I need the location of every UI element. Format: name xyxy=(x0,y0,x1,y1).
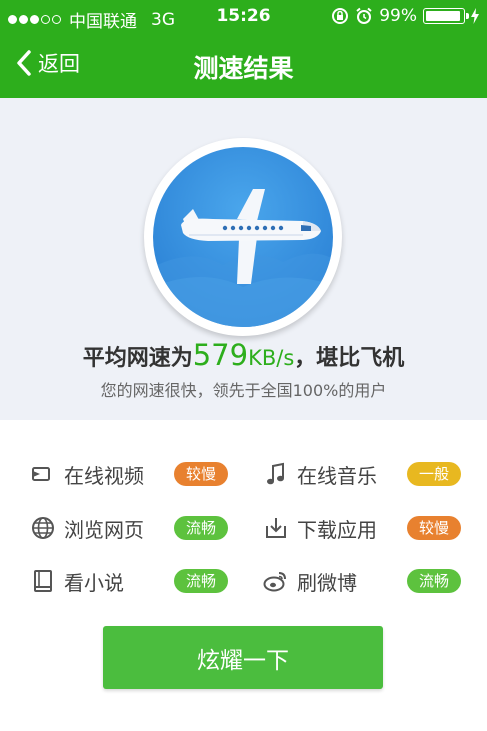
result-headline: 平均网速为579KB/s，堪比飞机 xyxy=(0,338,487,372)
charging-bolt-icon xyxy=(471,8,479,24)
status-badge: 一般 xyxy=(407,462,461,486)
video-icon xyxy=(30,461,56,487)
music-note-icon xyxy=(263,461,289,487)
app-row-web: 浏览网页 流畅 xyxy=(30,513,228,543)
status-right: 99% xyxy=(331,6,479,26)
app-label: 看小说 xyxy=(64,570,124,595)
app-row-download: 下载应用 较慢 xyxy=(263,513,461,543)
nav-bar: 返回 测速结果 xyxy=(0,34,487,98)
download-icon xyxy=(263,515,289,541)
status-badge: 流畅 xyxy=(407,569,461,593)
headline-prefix: 平均网速为 xyxy=(82,346,193,371)
app-row-novel: 看小说 流畅 xyxy=(30,566,228,596)
status-badge: 较慢 xyxy=(174,462,228,486)
app-row-music: 在线音乐 一般 xyxy=(263,459,461,489)
book-icon xyxy=(30,568,56,594)
app-label: 在线音乐 xyxy=(297,463,377,488)
share-button[interactable]: 炫耀一下 xyxy=(103,626,383,689)
app-label: 刷微博 xyxy=(297,570,357,595)
app-label: 下载应用 xyxy=(297,517,377,542)
alarm-icon xyxy=(356,7,372,24)
weibo-icon xyxy=(263,568,289,594)
result-subline: 您的网速很快，领先于全国100%的用户 xyxy=(100,381,387,400)
app-label: 浏览网页 xyxy=(64,517,144,542)
result-hero: 平均网速为579KB/s，堪比飞机 您的网速很快，领先于全国100%的用户 xyxy=(0,98,487,420)
airplane-icon xyxy=(153,189,333,327)
app-row-video: 在线视频 较慢 xyxy=(30,459,228,489)
app-label: 在线视频 xyxy=(64,463,144,488)
battery-percent: 99% xyxy=(379,6,417,26)
status-badge: 较慢 xyxy=(407,516,461,540)
globe-icon xyxy=(30,515,56,541)
headline-suffix: ，堪比飞机 xyxy=(294,346,405,371)
speed-unit: KB/s xyxy=(248,346,295,370)
battery-icon xyxy=(423,8,469,24)
status-badge: 流畅 xyxy=(174,569,228,593)
rotation-lock-icon xyxy=(332,8,349,24)
speed-badge xyxy=(144,138,342,336)
page-title: 测速结果 xyxy=(193,54,294,83)
app-row-weibo: 刷微博 流畅 xyxy=(263,566,461,596)
status-badge: 流畅 xyxy=(174,516,228,540)
speed-value: 579 xyxy=(192,338,249,372)
status-bar: 中国联通 3G 15:26 99% xyxy=(0,0,487,34)
badge-circle xyxy=(153,147,333,327)
